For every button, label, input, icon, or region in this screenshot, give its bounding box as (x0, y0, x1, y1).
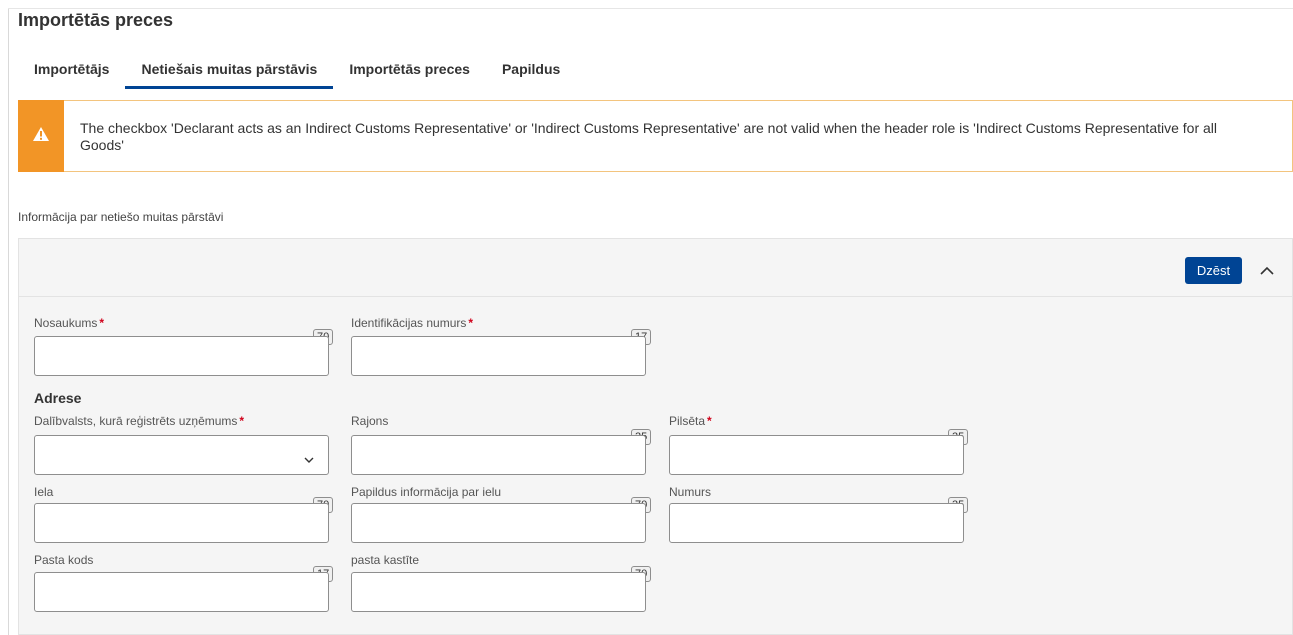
street-input[interactable] (34, 503, 329, 543)
required-marker: * (707, 414, 712, 428)
tab-bar: Importētājs Netiešais muitas pārstāvis I… (18, 50, 576, 90)
po-box-label: pasta kastīte (351, 553, 420, 567)
street-label: Iela (34, 485, 54, 499)
page-left-border (8, 8, 9, 635)
page-top-border (8, 8, 1293, 9)
alert-icon-bar (18, 100, 64, 172)
member-state-label: Dalībvalsts, kurā reģistrēts uzņēmums * (34, 414, 245, 428)
tab-importer[interactable]: Importētājs (18, 50, 125, 89)
street-extra-input[interactable] (351, 503, 646, 543)
collapse-button[interactable] (1252, 257, 1282, 284)
po-box-input[interactable] (351, 572, 646, 612)
street-extra-label: Papildus informācija par ielu (351, 485, 502, 499)
required-marker: * (239, 414, 245, 428)
delete-button[interactable]: Dzēst (1185, 257, 1242, 284)
tab-additional[interactable]: Papildus (486, 50, 576, 89)
postcode-input[interactable] (34, 572, 329, 612)
panel-header: Dzēst (19, 239, 1292, 297)
tab-imported-goods[interactable]: Importētās preces (333, 50, 486, 89)
name-label: Nosaukums * (34, 316, 105, 330)
id-number-label: Identifikācijas numurs * (351, 316, 474, 330)
warning-icon (32, 126, 50, 147)
page-title: Importētās preces (18, 10, 174, 30)
required-marker: * (468, 316, 474, 330)
name-input[interactable] (34, 336, 329, 376)
number-label: Numurs (669, 485, 712, 499)
member-state-select[interactable] (34, 435, 329, 475)
alert-message: The checkbox 'Declarant acts as an Indir… (80, 120, 1218, 153)
chevron-up-icon (1260, 262, 1274, 280)
id-number-input[interactable] (351, 336, 646, 376)
tab-indirect-representative[interactable]: Netiešais muitas pārstāvis (125, 50, 334, 89)
city-label: Pilsēta * (669, 414, 712, 428)
representative-panel: Dzēst Nosaukums* 70 Identifikācijas numu… (18, 238, 1293, 635)
district-input[interactable] (351, 435, 646, 475)
number-input[interactable] (669, 503, 964, 543)
required-marker: * (99, 316, 105, 330)
chevron-down-icon (304, 451, 314, 469)
district-label: Rajons (351, 414, 389, 428)
address-heading: Adrese (34, 390, 82, 406)
city-input[interactable] (669, 435, 964, 475)
warning-alert: The checkbox 'Declarant acts as an Indir… (18, 100, 1293, 172)
postcode-label: Pasta kods (34, 553, 94, 567)
section-label: Informācija par netiešo muitas pārstāvi (18, 210, 224, 224)
